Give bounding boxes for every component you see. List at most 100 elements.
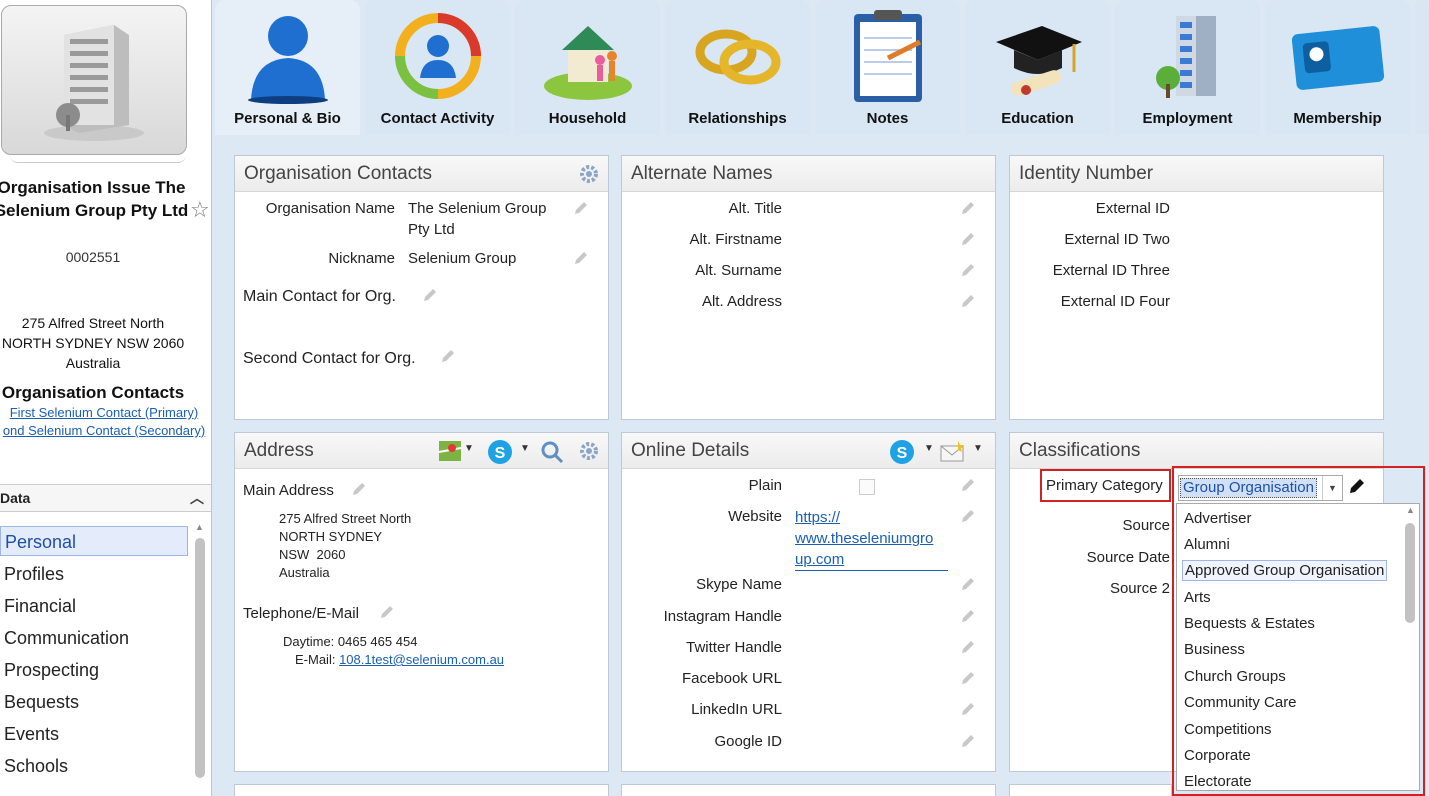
gear-icon[interactable] (578, 163, 600, 191)
pencil-icon[interactable] (960, 639, 976, 660)
clipboard-icon (840, 8, 936, 104)
telephone-email-label: Telephone/E-Mail (243, 605, 359, 622)
pencil-icon[interactable] (960, 200, 976, 221)
tab-relationships[interactable]: Relationships (665, 0, 810, 135)
primary-category-select[interactable]: Group Organisation ▼ (1178, 475, 1343, 501)
bottom-panel (234, 784, 609, 796)
option-electorate[interactable]: Electorate (1182, 772, 1254, 790)
nav-item-prospecting[interactable]: Prospecting (0, 655, 188, 685)
pencil-icon[interactable] (422, 287, 438, 308)
sidebar-scrollbar[interactable]: ▲ (193, 522, 207, 796)
pencil-icon[interactable] (960, 701, 976, 722)
nav-item-communication[interactable]: Communication (0, 623, 188, 653)
google-id-label: Google ID (714, 733, 782, 750)
organisation-avatar[interactable] (1, 5, 187, 155)
pencil-icon[interactable] (351, 481, 367, 502)
daytime-phone: Daytime: 0465 465 454 (283, 634, 418, 649)
option-competitions[interactable]: Competitions (1182, 720, 1274, 739)
pencil-icon[interactable] (960, 733, 976, 754)
address-line: Australia (65, 355, 121, 371)
pencil-icon[interactable] (440, 348, 456, 369)
tab-notes[interactable]: Notes (815, 0, 960, 135)
nav-item-personal[interactable]: Personal (0, 526, 188, 556)
primary-category-highlight: Primary Category (1040, 469, 1171, 502)
skype-icon[interactable]: S (889, 439, 915, 471)
alt-title-label: Alt. Title (728, 200, 782, 217)
email-dropdown-icon[interactable]: ▼ (973, 443, 983, 454)
scroll-up-icon[interactable]: ▲ (1406, 505, 1415, 515)
chevron-up-icon[interactable]: ︿ (190, 488, 204, 508)
skype-dropdown-icon[interactable]: ▼ (924, 443, 934, 454)
pencil-icon[interactable] (960, 231, 976, 252)
primary-contact-link[interactable]: First Selenium Contact (Primary) (0, 405, 211, 420)
secondary-contact-link[interactable]: ond Selenium Contact (Secondary) (0, 423, 211, 438)
option-business[interactable]: Business (1182, 640, 1247, 659)
option-community-care[interactable]: Community Care (1182, 693, 1299, 712)
tab-personal-bio[interactable]: Personal & Bio (215, 0, 360, 135)
option-arts[interactable]: Arts (1182, 588, 1213, 607)
nav-item-events[interactable]: Events (0, 719, 188, 749)
data-section-header[interactable]: Data ︿ (0, 484, 211, 512)
tab-label: Employment (1142, 110, 1233, 127)
alt-surname-label: Alt. Surname (695, 262, 782, 279)
plain-checkbox[interactable] (859, 479, 875, 495)
source-2-label: Source 2 (1109, 580, 1170, 597)
nav-item-bequests[interactable]: Bequests (0, 687, 188, 717)
organisation-name-label: Organisation Name (265, 200, 395, 217)
map-icon[interactable] (438, 440, 462, 468)
tab-employment[interactable]: Employment (1115, 0, 1260, 135)
skype-dropdown-icon[interactable]: ▼ (520, 443, 530, 454)
skype-icon[interactable]: S (487, 439, 513, 471)
building-icon (44, 25, 144, 141)
nav-item-schools[interactable]: Schools (0, 751, 188, 781)
category-dropdown-list[interactable]: Advertiser Alumni Approved Group Organis… (1176, 503, 1420, 791)
dropdown-scrollbar[interactable]: ▲ (1404, 505, 1416, 787)
panel-header: Alternate Names (622, 156, 995, 192)
option-corporate[interactable]: Corporate (1182, 746, 1253, 765)
favourite-star-icon[interactable]: ☆ (190, 197, 210, 223)
tab-contact-activity[interactable]: Contact Activity (365, 0, 510, 135)
edit-pencil-icon[interactable] (1348, 477, 1366, 500)
pencil-icon[interactable] (960, 670, 976, 691)
tab-membership[interactable]: Membership (1265, 0, 1410, 135)
pencil-icon[interactable] (960, 262, 976, 283)
option-bequests-estates[interactable]: Bequests & Estates (1182, 614, 1317, 633)
main-address-value: 275 Alfred Street North NORTH SYDNEY NSW… (279, 510, 411, 582)
option-advertiser[interactable]: Advertiser (1182, 509, 1254, 528)
scrollbar-thumb[interactable] (195, 538, 205, 778)
panel-title: Online Details (631, 440, 750, 461)
pencil-icon[interactable] (960, 293, 976, 314)
pencil-icon[interactable] (960, 608, 976, 629)
scrollbar-thumb[interactable] (1405, 523, 1415, 623)
building-icon (1140, 8, 1236, 104)
gear-icon[interactable] (578, 440, 600, 468)
alt-address-label: Alt. Address (701, 293, 782, 310)
option-alumni[interactable]: Alumni (1182, 535, 1232, 554)
email-link[interactable]: 108.1test@selenium.com.au (339, 652, 504, 667)
address-line: NORTH SYDNEY NSW 2060 (1, 335, 185, 351)
nav-item-financial[interactable]: Financial (0, 591, 188, 621)
panel-header: Online Details S ▼ ▼ (622, 433, 995, 469)
pencil-icon[interactable] (960, 508, 976, 529)
address-line: 275 Alfred Street North (279, 511, 412, 526)
email-envelope-icon[interactable] (940, 440, 966, 468)
chevron-down-icon[interactable]: ▼ (1322, 476, 1342, 500)
search-icon[interactable] (540, 440, 564, 470)
pencil-icon[interactable] (960, 477, 976, 498)
panel-title: Classifications (1019, 440, 1141, 461)
pencil-icon[interactable] (379, 604, 395, 625)
pencil-icon[interactable] (573, 200, 589, 221)
option-approved-group-organisation[interactable]: Approved Group Organisation (1182, 560, 1388, 581)
nav-item-profiles[interactable]: Profiles (0, 559, 188, 589)
scroll-up-icon[interactable]: ▲ (195, 522, 204, 532)
pencil-icon[interactable] (573, 250, 589, 271)
map-dropdown-icon[interactable]: ▼ (464, 443, 474, 454)
option-church-groups[interactable]: Church Groups (1182, 667, 1288, 686)
website-link[interactable]: https:// www.theseleniumgro up.com (795, 507, 948, 571)
tab-overflow[interactable] (1415, 0, 1429, 135)
sidebar: Organisation Issue The Selenium Group Pt… (0, 0, 212, 796)
pencil-icon[interactable] (960, 576, 976, 597)
external-id-two-label: External ID Two (1064, 231, 1170, 248)
tab-household[interactable]: Household (515, 0, 660, 135)
tab-education[interactable]: Education (965, 0, 1110, 135)
